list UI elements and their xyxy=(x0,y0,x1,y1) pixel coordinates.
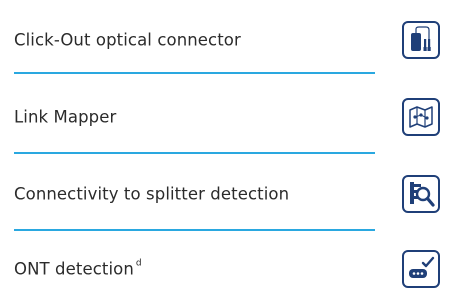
feature-item-link-mapper: Link Mapper xyxy=(0,87,460,147)
divider xyxy=(14,229,375,231)
click-out-connector-icon xyxy=(402,21,440,59)
map-icon xyxy=(402,98,440,136)
feature-label: Click-Out optical connector xyxy=(14,30,241,50)
feature-label: Connectivity to splitter detection xyxy=(14,184,290,204)
splitter-detection-icon xyxy=(402,175,440,213)
feature-label: Link Mapper xyxy=(14,107,117,127)
divider xyxy=(14,72,375,74)
feature-item-click-out: Click-Out optical connector xyxy=(0,10,460,70)
feature-label: ONT detection d xyxy=(14,258,142,279)
ont-device-icon xyxy=(402,250,440,288)
feature-item-splitter-detection: Connectivity to splitter detection xyxy=(0,164,460,224)
feature-item-ont-detection: ONT detection d xyxy=(0,239,460,299)
feature-list: Click-Out optical connector Link Mapper xyxy=(0,0,460,295)
divider xyxy=(14,152,375,154)
feature-label-text: ONT detection xyxy=(14,259,134,279)
footnote-marker: d xyxy=(135,258,142,268)
